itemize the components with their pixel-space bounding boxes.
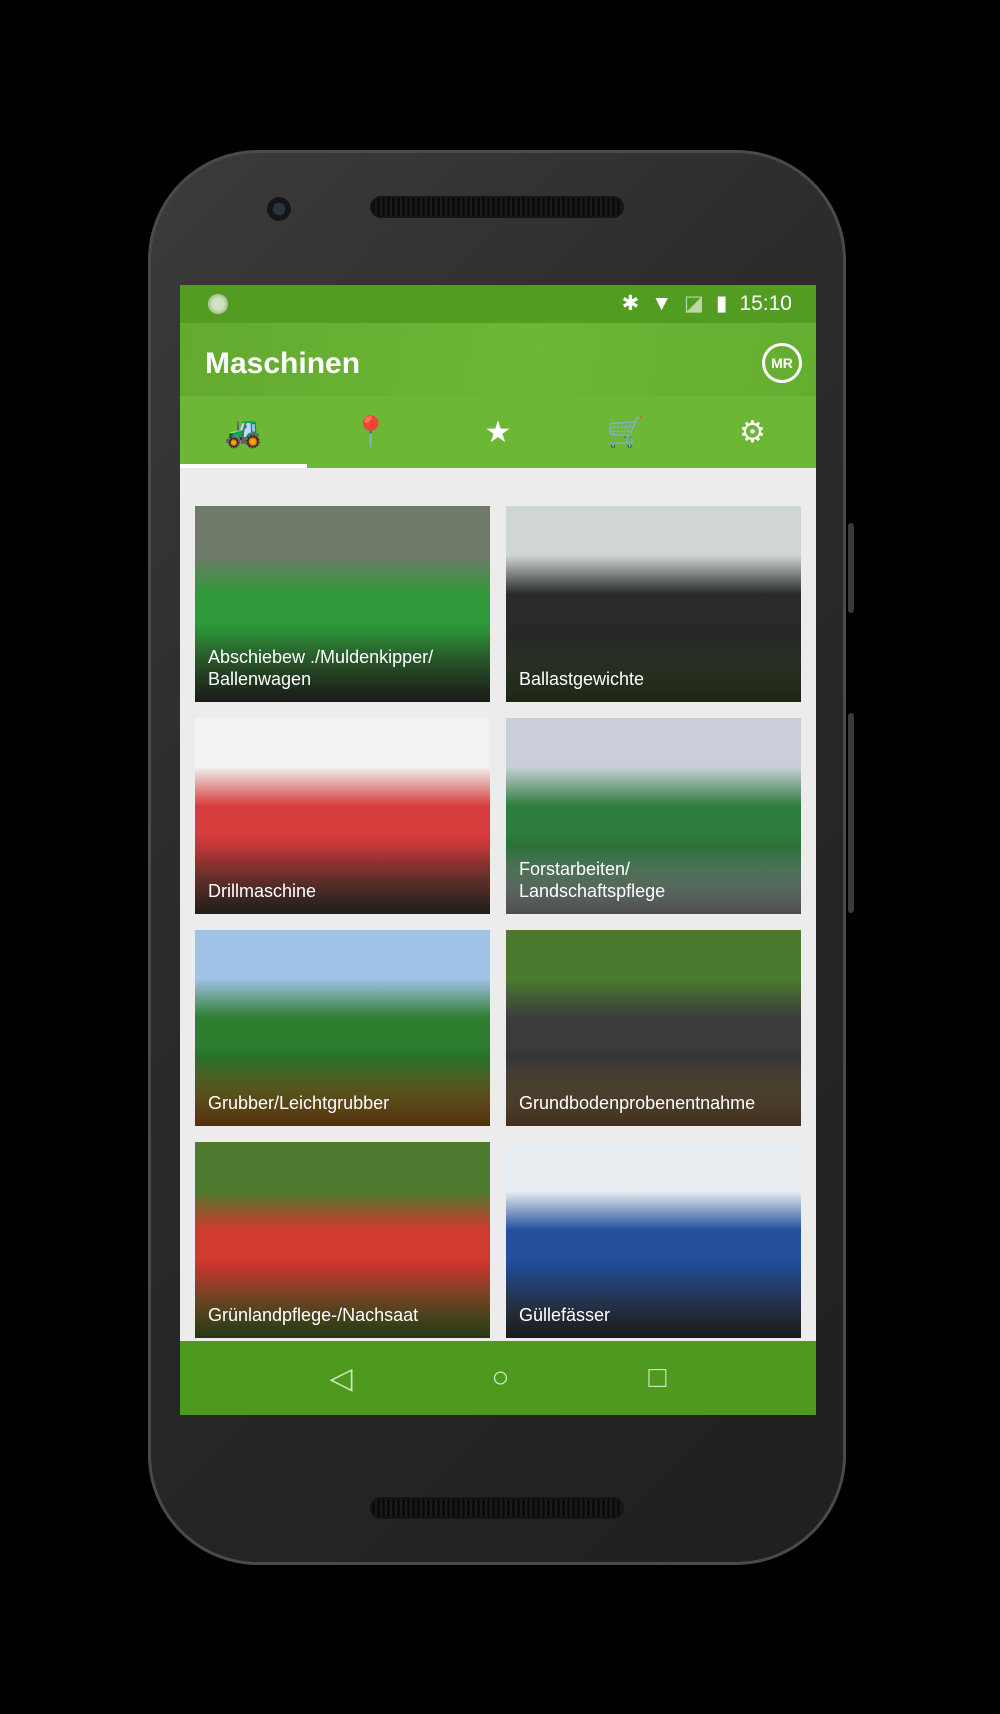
card-gradient [195,1046,490,1126]
home-button[interactable]: ○ [491,1361,509,1395]
star-icon: ★ [484,415,512,449]
card-label: Abschiebew ./Muldenkipper/ Ballenwagen [208,647,434,689]
tab-settings[interactable]: ⚙ [689,396,816,468]
cart-check-icon: 🛒 [606,415,644,449]
top-speaker [370,196,624,218]
machine-card[interactable]: Abschiebew ./Muldenkipper/ Ballenwagen [195,506,490,702]
page-title: Maschinen [205,347,361,380]
location-pin-icon: 📍 [352,415,390,449]
tab-bar: 🚜 📍 ★ 🛒 ⚙ [180,396,816,468]
battery-charging-icon: ▮ [715,292,728,315]
machine-card[interactable]: Grünlandpflege-/Nachsaat [195,1142,490,1338]
tab-location[interactable]: 📍 [307,396,434,468]
card-label: Ballastgewichte [519,669,645,689]
back-button[interactable]: ◁ [329,1361,352,1396]
recents-button[interactable]: □ [648,1361,666,1395]
card-label: Forstarbeiten/ Landschaftspflege [519,859,666,901]
machine-card[interactable]: Grundbodenprobenentnahme [506,930,801,1126]
no-sim-icon: ◪ [684,292,704,315]
app-bar: Maschinen MR [180,323,816,396]
front-camera [267,197,291,221]
power-button [848,523,854,613]
machine-card[interactable]: Drillmaschine [195,718,490,914]
mr-logo[interactable]: MR [762,343,802,383]
card-gradient [506,1258,801,1338]
machine-card[interactable]: Grubber/Leichtgrubber [195,930,490,1126]
volume-button [848,713,854,913]
card-label: Drillmaschine [208,881,317,901]
card-label: Grundbodenprobenentnahme [519,1093,756,1113]
card-label: Grünlandpflege-/Nachsaat [208,1305,419,1325]
notification-dot-icon [208,294,228,314]
bottom-speaker [370,1497,624,1519]
tab-favorites[interactable]: ★ [434,396,561,468]
tab-cart[interactable]: 🛒 [562,396,689,468]
wifi-icon: ▼ [651,291,673,315]
bluetooth-icon: ✱ [621,292,640,315]
app-screen: ✱ ▼ ◪ ▮ 15:10 Maschinen MR 🚜 📍 ★ 🛒 ⚙ Abschie… [180,285,816,1415]
card-label: Güllefässer [519,1305,611,1325]
machine-card[interactable]: Ballastgewichte [506,506,801,702]
card-gradient [506,622,801,702]
tractor-icon: 🚜 [224,415,263,449]
machine-card[interactable]: Güllefässer [506,1142,801,1338]
card-gradient [195,1258,490,1338]
card-gradient [195,834,490,914]
card-label: Grubber/Leichtgrubber [208,1093,390,1113]
status-bar: ✱ ▼ ◪ ▮ 15:10 [180,285,816,323]
tab-machines[interactable]: 🚜 [180,396,308,468]
system-nav-bar: ◁ ○ □ [180,1341,816,1415]
card-gradient [506,1046,801,1126]
status-time: 15:10 [739,291,792,315]
gear-icon: ⚙ [738,415,766,449]
machine-card[interactable]: Forstarbeiten/ Landschaftspflege [506,718,801,914]
